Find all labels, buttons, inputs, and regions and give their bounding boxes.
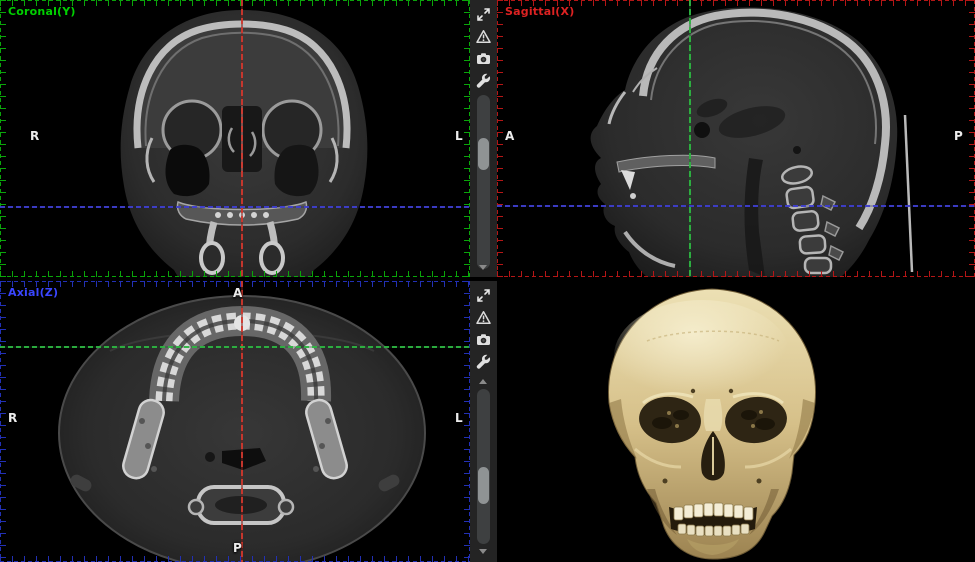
axial-crosshair-coronal-line[interactable] (0, 346, 470, 348)
sagittal-border-bottom (497, 271, 975, 277)
expand-icon[interactable] (473, 4, 494, 24)
coronal-crosshair-sagittal-line[interactable] (241, 0, 243, 277)
sagittal-ct-image (497, 0, 975, 277)
sagittal-border-left (497, 0, 503, 277)
sagittal-crosshair-coronal-line[interactable] (689, 0, 691, 277)
scroll-down-icon[interactable] (479, 549, 487, 554)
coronal-border-left (0, 0, 6, 277)
camera-icon[interactable] (473, 329, 494, 349)
wrench-icon[interactable] (473, 70, 494, 90)
sagittal-orientation-anterior-marker: A (505, 129, 514, 143)
axial-panel-title: Axial(Z) (8, 286, 58, 299)
axial-orientation-left-marker: L (455, 411, 463, 425)
axial-orientation-right-marker: R (8, 411, 17, 425)
coronal-ct-image (0, 0, 470, 277)
axial-orientation-posterior-marker: P (233, 541, 242, 555)
axial-border-left (0, 281, 6, 562)
panel-axial[interactable]: Axial(Z) A R L P (0, 281, 470, 562)
axial-crosshair-sagittal-line[interactable] (241, 281, 243, 562)
sagittal-crosshair-axial-line[interactable] (497, 205, 975, 207)
sagittal-panel-title: Sagittal(X) (505, 5, 574, 18)
cbct-viewer-root: Coronal(Y) R L (0, 0, 975, 562)
coronal-panel-title: Coronal(Y) (8, 5, 76, 18)
wrench-icon[interactable] (473, 351, 494, 371)
sagittal-orientation-posterior-marker: P (954, 129, 963, 143)
warning-icon[interactable] (473, 307, 494, 327)
scroll-down-icon[interactable] (479, 265, 487, 270)
headrest-artifact-line (905, 115, 912, 272)
axial-orientation-anterior-marker: A (233, 286, 242, 300)
coronal-slice-scrollbar[interactable] (477, 95, 490, 269)
axial-slice-scrollbar[interactable] (477, 389, 490, 544)
axial-ct-image (0, 281, 470, 562)
coronal-orientation-left-marker: L (455, 129, 463, 143)
coronal-slice-scrollbar-thumb[interactable] (478, 138, 489, 170)
panel-coronal[interactable]: Coronal(Y) R L (0, 0, 470, 277)
toolstrip-coronal (470, 0, 497, 277)
axial-border-bottom (0, 556, 470, 562)
coronal-crosshair-axial-line[interactable] (0, 206, 470, 208)
panel-sagittal[interactable]: Sagittal(X) A P (497, 0, 975, 277)
coronal-border-bottom (0, 271, 470, 277)
axial-slice-scrollbar-thumb[interactable] (478, 467, 489, 504)
camera-icon[interactable] (473, 48, 494, 68)
coronal-orientation-right-marker: R (30, 129, 39, 143)
sagittal-border-right (969, 0, 975, 277)
3d-skull-render (497, 281, 975, 562)
scroll-up-icon[interactable] (479, 379, 487, 384)
expand-icon[interactable] (473, 285, 494, 305)
panel-3d-volume[interactable] (497, 281, 975, 562)
warning-icon[interactable] (473, 26, 494, 46)
toolstrip-axial (470, 281, 497, 562)
